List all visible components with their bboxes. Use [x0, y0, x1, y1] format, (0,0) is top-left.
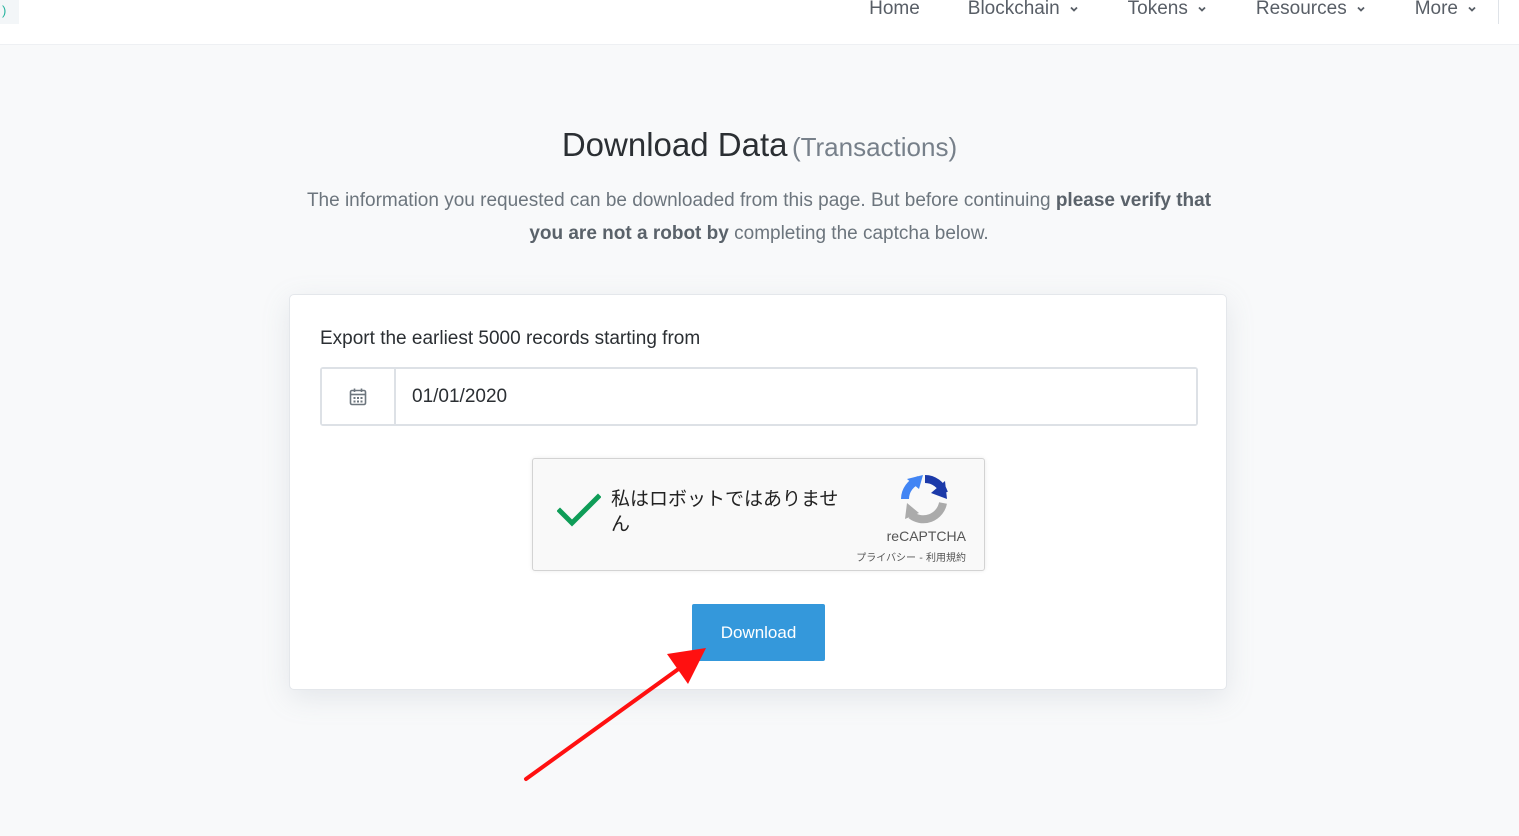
- recaptcha-brand: reCAPTCHA: [886, 528, 966, 544]
- page-description: The information you requested can be dow…: [290, 184, 1228, 250]
- calendar-icon: [349, 388, 367, 405]
- chevron-down-icon: [1198, 6, 1206, 12]
- page-heading: Download Data (Transactions): [0, 126, 1519, 164]
- description-text-end: completing the captcha below.: [728, 223, 989, 244]
- nav-more[interactable]: More: [1415, 0, 1478, 20]
- nav-tokens-label: Tokens: [1127, 0, 1188, 19]
- top-header: ) Home Blockchain Tokens Resources More: [0, 0, 1519, 45]
- recaptcha-text: 私はロボットではありません: [611, 488, 839, 535]
- start-date-input[interactable]: [396, 369, 1196, 424]
- nav-blockchain[interactable]: Blockchain: [968, 0, 1080, 20]
- download-card: Export the earliest 5000 records startin…: [289, 294, 1227, 690]
- recaptcha-widget: 私はロボットではありません reCAPTCHA プライバシー - 利用規約: [532, 458, 985, 571]
- page-subtitle: (Transactions): [791, 132, 958, 162]
- download-button[interactable]: Download: [692, 604, 825, 661]
- site-logo[interactable]: ): [0, 0, 19, 24]
- description-text: The information you requested can be dow…: [306, 190, 1056, 211]
- export-label: Export the earliest 5000 records startin…: [320, 328, 701, 349]
- nav-resources-label: Resources: [1255, 0, 1347, 19]
- main-nav: Home Blockchain Tokens Resources More: [869, 0, 1499, 24]
- nav-blockchain-label: Blockchain: [967, 0, 1060, 19]
- nav-resources[interactable]: Resources: [1256, 0, 1367, 20]
- recaptcha-logo-icon: [901, 475, 948, 524]
- nav-home-label: Home: [869, 0, 920, 19]
- nav-tokens[interactable]: Tokens: [1128, 0, 1208, 20]
- chevron-down-icon: [1357, 6, 1365, 12]
- chevron-down-icon: [1070, 6, 1078, 12]
- chevron-down-icon: [1468, 6, 1476, 12]
- checkmark-icon[interactable]: [557, 493, 601, 529]
- recaptcha-links[interactable]: プライバシー - 利用規約: [856, 549, 966, 564]
- nav-more-label: More: [1414, 0, 1458, 19]
- nav-home[interactable]: Home: [869, 0, 920, 20]
- calendar-addon[interactable]: [322, 369, 396, 424]
- page-title: Download Data: [561, 126, 788, 163]
- date-input-group: [320, 367, 1198, 426]
